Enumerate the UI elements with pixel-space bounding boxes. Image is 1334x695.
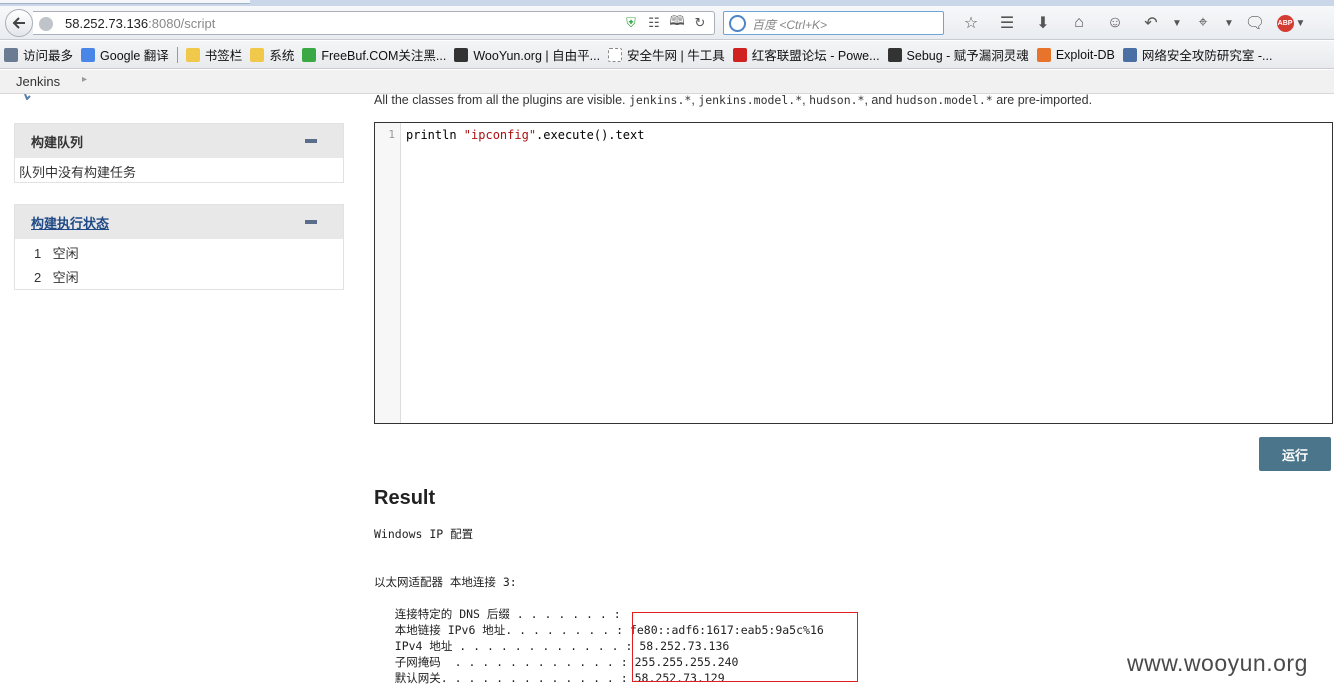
bookmark-label: 书签栏	[204, 49, 243, 63]
shield-icon	[1122, 47, 1137, 62]
back-arrow-icon	[12, 17, 25, 29]
speech-bubble-icon[interactable]: 🗨	[1237, 13, 1273, 33]
executor-status: 空闲	[52, 246, 79, 261]
address-bar[interactable]: 58.252.73.136:8080/script ⛨ ☷ 🕮 ↻	[33, 11, 715, 35]
collapse-icon[interactable]	[305, 139, 317, 143]
script-console-description: All the classes from all the plugins are…	[374, 93, 1093, 107]
url-text[interactable]: 58.252.73.136:8080/script	[65, 16, 215, 31]
bookmark-star-icon[interactable]: ☆	[953, 13, 989, 33]
undo-icon[interactable]: ↶	[1133, 13, 1169, 33]
bookmark-label: FreeBuf.COM关注黑...	[321, 49, 447, 63]
bookmark-label: Exploit-DB	[1055, 47, 1115, 62]
folder-icon	[185, 47, 200, 62]
shield-check-icon[interactable]: ⛨	[623, 15, 639, 31]
breadcrumb-arrow-icon[interactable]: ▸	[82, 74, 87, 85]
bookmark-item[interactable]: WooYun.org | 自由平...	[454, 45, 600, 64]
bookmark-label: 网络安全攻防研究室 -...	[1141, 49, 1273, 63]
bookmark-label: 红客联盟论坛 - Powe...	[751, 49, 880, 63]
bookmark-label: 安全牛网 | 牛工具	[627, 49, 725, 63]
undo-dropdown-icon[interactable]: ▼	[1169, 13, 1185, 33]
hkm-icon	[732, 47, 747, 62]
jenkins-logo-icon	[24, 94, 31, 100]
collapse-icon[interactable]	[305, 220, 317, 224]
run-button[interactable]: 运行	[1259, 437, 1331, 471]
crop-dropdown-icon[interactable]: ▼	[1221, 13, 1237, 33]
bookmark-label: 系统	[269, 49, 295, 63]
bookmark-item[interactable]: 网络安全攻防研究室 -...	[1122, 45, 1273, 64]
line-number-gutter: 1	[375, 123, 401, 423]
chat-icon[interactable]: ☺	[1097, 13, 1133, 33]
script-editor[interactable]: 1 println "ipconfig".execute().text	[374, 122, 1333, 424]
reader-view-icon[interactable]: 🕮	[669, 13, 685, 31]
red-highlight-box	[632, 612, 858, 682]
home-icon[interactable]: ⌂	[1061, 13, 1097, 33]
bookmark-item[interactable]: 书签栏	[185, 45, 243, 64]
search-bar[interactable]: 百度 <Ctrl+K>	[723, 11, 944, 35]
freebuf-icon	[302, 47, 317, 62]
adblock-button[interactable]: ABP ▼	[1273, 13, 1309, 33]
executor-number: 2	[34, 270, 42, 285]
build-queue-header: 构建队列	[15, 124, 343, 158]
bookmark-item[interactable]: 访问最多	[4, 45, 73, 64]
bookmark-label: 访问最多	[23, 49, 74, 63]
download-icon[interactable]: ⬇	[1025, 13, 1061, 33]
build-queue-title: 构建队列	[31, 134, 84, 150]
navigation-toolbar: 58.252.73.136:8080/script ⛨ ☷ 🕮 ↻ 百度 <Ct…	[0, 6, 1334, 40]
script-code[interactable]: println "ipconfig".execute().text	[406, 128, 644, 142]
sebug-icon	[887, 47, 902, 62]
bookmark-separator	[176, 46, 178, 63]
line-number: 1	[388, 128, 395, 141]
back-button[interactable]	[5, 9, 33, 37]
qr-code-icon[interactable]: ☷	[646, 15, 662, 31]
bookmark-item[interactable]: 系统	[250, 45, 294, 64]
executor-row: 1 空闲	[15, 239, 343, 263]
bookmark-item[interactable]: FreeBuf.COM关注黑...	[302, 45, 446, 64]
watermark: www.wooyun.org	[1127, 650, 1308, 676]
bookmark-item[interactable]: Sebug - 赋予漏洞灵魂	[887, 45, 1029, 64]
bookmarks-list-icon[interactable]: ☰	[989, 13, 1025, 33]
bookmark-label: Sebug - 赋予漏洞灵魂	[906, 49, 1029, 63]
executor-status: 空闲	[52, 270, 79, 285]
executor-number: 1	[34, 246, 42, 261]
bookmark-item[interactable]: Exploit-DB	[1036, 47, 1115, 62]
bookmark-item[interactable]: 安全牛网 | 牛工具	[608, 45, 725, 64]
reload-icon[interactable]: ↻	[692, 15, 708, 31]
bookmark-item[interactable]: Google 翻译	[81, 45, 169, 64]
breadcrumb-jenkins[interactable]: Jenkins	[16, 74, 60, 89]
gear-icon	[4, 47, 18, 62]
bookmark-label: WooYun.org | 自由平...	[473, 49, 601, 63]
google-translate-icon	[81, 47, 96, 62]
wooyun-icon	[454, 47, 469, 62]
search-placeholder: 百度 <Ctrl+K>	[752, 18, 828, 32]
executor-row: 2 空闲	[15, 263, 343, 289]
result-heading: Result	[374, 487, 436, 509]
breadcrumb: Jenkins ▸	[0, 70, 1334, 94]
exploitdb-icon	[1036, 47, 1051, 62]
build-executor-panel: 构建执行状态 1 空闲 2 空闲	[14, 204, 344, 290]
bookmarks-toolbar: 访问最多 Google 翻译 书签栏 系统 FreeBuf.COM关注黑... WooYu…	[0, 41, 1334, 69]
build-queue-empty: 队列中没有构建任务	[19, 165, 137, 180]
site-identity-icon[interactable]	[39, 17, 53, 31]
folder-icon	[250, 47, 265, 62]
baidu-search-icon[interactable]	[729, 15, 746, 32]
build-executor-header: 构建执行状态	[15, 205, 343, 239]
bookmark-item[interactable]: 红客联盟论坛 - Powe...	[732, 45, 880, 64]
page-icon	[608, 47, 623, 62]
adblock-icon: ABP	[1276, 14, 1294, 32]
bookmark-label: Google 翻译	[100, 49, 169, 63]
build-queue-panel: 构建队列 队列中没有构建任务	[14, 123, 344, 183]
crop-icon[interactable]: ⌖	[1185, 13, 1221, 33]
build-executor-title-link[interactable]: 构建执行状态	[31, 213, 109, 232]
active-tab[interactable]	[0, 0, 250, 4]
